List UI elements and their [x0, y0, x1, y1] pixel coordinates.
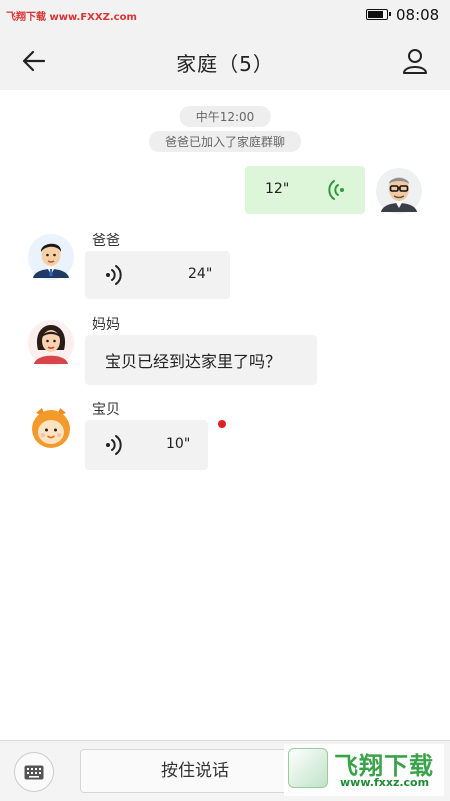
voice-wave-icon	[106, 435, 122, 455]
status-bar: 飞翔下载 www.FXXZ.com 08:08	[0, 0, 450, 30]
message-text: 宝贝已经到达家里了吗？	[105, 352, 282, 371]
baby-avatar[interactable]	[28, 405, 74, 451]
incoming-text-message[interactable]: 宝贝已经到达家里了吗？	[85, 335, 317, 385]
unread-dot	[218, 420, 226, 428]
battery-icon	[366, 9, 391, 20]
voice-duration: 10"	[166, 436, 191, 452]
status-time: 08:08	[396, 6, 440, 24]
voice-duration: 24"	[188, 266, 213, 282]
hold-to-talk-button[interactable]: 按住说话	[80, 749, 310, 793]
voice-wave-icon	[106, 265, 122, 285]
keyboard-toggle-button[interactable]	[14, 752, 54, 792]
page-title: 家庭（5）	[176, 52, 274, 76]
mom-avatar[interactable]	[28, 320, 74, 366]
voice-duration: 12"	[265, 181, 290, 197]
chat-header: 家庭（5）	[0, 30, 450, 90]
grandpa-avatar[interactable]	[376, 168, 422, 214]
status-watermark: 飞翔下载 www.FXXZ.com	[6, 12, 137, 23]
watermark: 飞翔下载 www.fxxz.com	[284, 744, 444, 796]
watermark-logo	[288, 748, 328, 788]
sender-name-dad: 爸爸	[92, 233, 120, 249]
system-notice: 爸爸已加入了家庭群聊	[148, 131, 302, 152]
keyboard-icon	[24, 765, 44, 780]
person-icon[interactable]	[400, 46, 430, 76]
incoming-voice-message[interactable]: 10"	[85, 420, 208, 470]
time-label: 中午12:00	[179, 106, 271, 127]
sender-name-mom: 妈妈	[92, 317, 120, 333]
dad-avatar[interactable]	[28, 234, 74, 280]
voice-wave-icon	[328, 180, 344, 200]
watermark-sub: www.fxxz.com	[340, 776, 430, 789]
outgoing-voice-message[interactable]: 12"	[245, 166, 365, 214]
sender-name-baby: 宝贝	[92, 402, 120, 418]
incoming-voice-message[interactable]: 24"	[85, 251, 230, 299]
